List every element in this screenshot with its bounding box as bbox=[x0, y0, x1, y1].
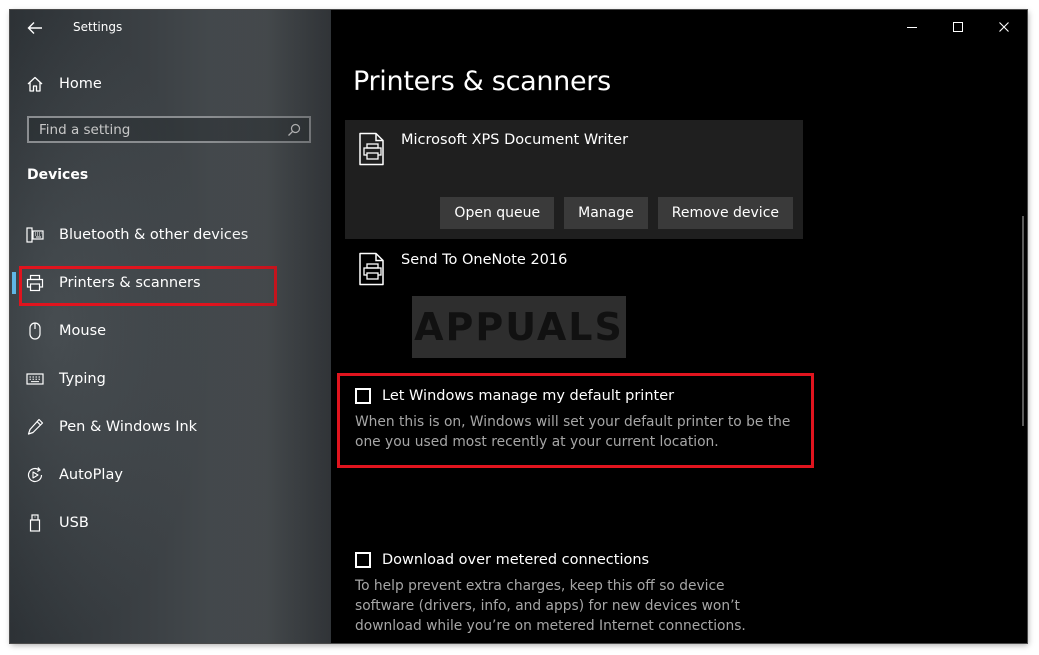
autoplay-icon bbox=[26, 466, 44, 484]
default-printer-checkbox[interactable] bbox=[355, 388, 371, 404]
metered-checkbox-row[interactable]: Download over metered connections bbox=[355, 552, 815, 568]
nav-home[interactable]: Home bbox=[26, 72, 102, 96]
watermark-logo: APPUALS bbox=[412, 296, 626, 358]
sidebar-item-printers[interactable]: Printers & scanners bbox=[12, 270, 201, 296]
sidebar-item-label: AutoPlay bbox=[59, 467, 123, 483]
printer-item-onenote[interactable]: Send To OneNote 2016 bbox=[345, 240, 803, 300]
setting-description: To help prevent extra charges, keep this… bbox=[355, 578, 746, 634]
default-printer-checkbox-row[interactable]: Let Windows manage my default printer bbox=[355, 388, 815, 404]
search-input[interactable] bbox=[29, 117, 281, 142]
window-controls bbox=[889, 10, 1027, 44]
sidebar-item-mouse[interactable]: Mouse bbox=[26, 318, 106, 344]
search-icon[interactable] bbox=[287, 123, 301, 137]
settings-window: Settings Home Devices Bluetooth & other … bbox=[10, 10, 1027, 643]
nav-home-label: Home bbox=[59, 76, 102, 92]
sidebar: Settings Home Devices Bluetooth & other … bbox=[10, 10, 331, 643]
remove-device-button[interactable]: Remove device bbox=[657, 197, 793, 229]
usb-icon bbox=[26, 514, 44, 532]
sidebar-item-label: Typing bbox=[59, 371, 106, 387]
bluetooth-devices-icon bbox=[26, 226, 44, 244]
printer-name: Send To OneNote 2016 bbox=[401, 252, 568, 268]
close-icon bbox=[998, 21, 1010, 33]
back-button[interactable] bbox=[20, 16, 50, 40]
printer-device-icon bbox=[357, 132, 387, 166]
setting-label: Let Windows manage my default printer bbox=[382, 388, 675, 404]
open-queue-button[interactable]: Open queue bbox=[440, 197, 555, 229]
setting-description: When this is on, Windows will set your d… bbox=[355, 414, 791, 450]
printer-item-xps[interactable]: Microsoft XPS Document Writer Open queue… bbox=[345, 120, 803, 239]
vertical-scrollbar[interactable] bbox=[1022, 216, 1024, 426]
page-title: Printers & scanners bbox=[353, 66, 611, 97]
setting-label: Download over metered connections bbox=[382, 552, 650, 568]
sidebar-item-autoplay[interactable]: AutoPlay bbox=[26, 462, 123, 488]
minimize-button[interactable] bbox=[889, 10, 935, 44]
main-content: Printers & scanners Microsoft XPS Docume… bbox=[331, 10, 1027, 643]
sidebar-item-label: Pen & Windows Ink bbox=[59, 419, 198, 435]
printer-device-icon bbox=[357, 252, 387, 286]
sidebar-item-pen[interactable]: Pen & Windows Ink bbox=[26, 414, 197, 440]
printer-actions: Open queue Manage Remove device bbox=[440, 197, 793, 229]
home-icon bbox=[26, 75, 44, 93]
setting-metered-download: Download over metered connections To hel… bbox=[355, 552, 815, 636]
sidebar-item-label: Mouse bbox=[59, 323, 107, 339]
setting-default-printer: Let Windows manage my default printer Wh… bbox=[355, 388, 815, 452]
maximize-icon bbox=[952, 21, 964, 33]
mouse-icon bbox=[26, 322, 44, 340]
app-title: Settings bbox=[73, 20, 123, 34]
printer-name: Microsoft XPS Document Writer bbox=[401, 132, 629, 148]
maximize-button[interactable] bbox=[935, 10, 981, 44]
manage-button[interactable]: Manage bbox=[564, 197, 648, 229]
metered-download-checkbox[interactable] bbox=[355, 552, 371, 568]
search-box[interactable] bbox=[27, 116, 311, 143]
sidebar-item-bluetooth[interactable]: Bluetooth & other devices bbox=[26, 222, 248, 248]
sidebar-item-label: Printers & scanners bbox=[59, 275, 201, 291]
sidebar-item-label: USB bbox=[59, 515, 89, 531]
sidebar-item-typing[interactable]: Typing bbox=[26, 366, 106, 392]
printer-icon bbox=[26, 274, 44, 292]
sidebar-item-label: Bluetooth & other devices bbox=[59, 227, 249, 243]
watermark-text: APPUALS bbox=[414, 305, 624, 349]
sidebar-item-usb[interactable]: USB bbox=[26, 510, 89, 536]
pen-icon bbox=[26, 418, 44, 436]
minimize-icon bbox=[906, 21, 918, 33]
keyboard-icon bbox=[26, 370, 44, 388]
section-heading-devices: Devices bbox=[27, 167, 89, 183]
close-button[interactable] bbox=[981, 10, 1027, 44]
back-arrow-icon bbox=[27, 21, 43, 35]
